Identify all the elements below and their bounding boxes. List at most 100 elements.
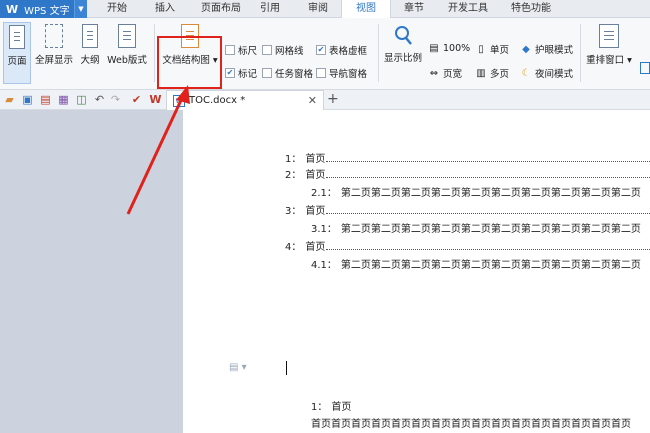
web-view-button[interactable]: Web版式 xyxy=(106,22,148,84)
markup-checkbox[interactable]: ✔ 标记 xyxy=(225,66,257,80)
toc-leader xyxy=(326,242,650,250)
outline-button[interactable]: 大纲 xyxy=(78,22,102,84)
eye-shield-icon: ◆ xyxy=(522,43,530,55)
toc-text: 首页 xyxy=(305,154,326,165)
menu-tab-bar: W WPS 文字 ▼ 开始 插入 页面布局 引用 审阅 视图 章节 开发工具 特… xyxy=(0,0,650,19)
task-pane-label: 任务窗格 xyxy=(275,69,314,80)
pdf-export-icon[interactable]: ▤ xyxy=(39,93,52,106)
toc-num: 4： xyxy=(285,242,302,253)
heading-num: 1： xyxy=(311,402,328,413)
zoom-button[interactable]: 显示比例 xyxy=(382,22,424,84)
toc-entry[interactable]: 4： 首页 xyxy=(285,238,650,253)
toc-entry[interactable]: 1： 首页 xyxy=(285,150,650,165)
multi-page-icon: ▥ xyxy=(476,67,486,79)
redo-icon[interactable]: ↷ xyxy=(109,93,122,106)
gridlines-label: 网格线 xyxy=(275,46,304,57)
zoom-100-button[interactable]: ▤ 100% xyxy=(428,42,470,54)
zoom-label: 显示比例 xyxy=(383,53,422,64)
chevron-down-icon[interactable]: ▼ xyxy=(74,0,87,18)
open-folder-icon[interactable]: ▰ xyxy=(3,93,16,106)
body-heading: 1： 首页 xyxy=(311,398,411,413)
ruler-label: 标尺 xyxy=(238,46,258,57)
toc-entry[interactable]: 3.1： 第二页第二页第二页第二页第二页第二页第二页第二页第二页第二页 xyxy=(311,220,650,235)
new-tab-icon[interactable]: + xyxy=(327,91,339,107)
tab-developer[interactable]: 开发工具 xyxy=(440,0,496,18)
multi-page-label: 多页 xyxy=(490,69,510,80)
toc-num: 2.1： xyxy=(311,188,337,199)
tab-page-layout[interactable]: 页面布局 xyxy=(190,0,252,18)
save-icon[interactable]: ▣ xyxy=(21,93,34,106)
toc-text: 第二页第二页第二页第二页第二页第二页第二页第二页第二页第二页 xyxy=(340,224,641,235)
ruler-checkbox[interactable]: 标尺 xyxy=(225,43,257,57)
ribbon-divider xyxy=(154,24,155,82)
print-preview-icon[interactable]: ◫ xyxy=(75,93,88,106)
close-icon[interactable]: ✕ xyxy=(308,94,317,107)
wps-logo-icon: W xyxy=(6,2,19,16)
eye-mode-button[interactable]: ◆ 护眼模式 xyxy=(520,42,574,57)
toc-leader xyxy=(326,170,650,178)
checkbox-box xyxy=(225,45,235,55)
toc-text: 首页 xyxy=(305,170,326,181)
document-tab[interactable]: W TOC.docx * ✕ xyxy=(166,90,324,110)
single-page-button[interactable]: ▯ 单页 xyxy=(475,42,509,57)
toc-leader xyxy=(326,206,650,214)
nav-pane-checkbox[interactable]: 导航窗格 xyxy=(316,66,367,80)
wps-w-icon[interactable]: W xyxy=(149,93,162,106)
arrange-window-button[interactable]: 重排窗口 ▾ xyxy=(584,22,634,84)
page-view-icon xyxy=(9,25,25,49)
web-view-icon xyxy=(118,24,136,48)
document-tab-name: TOC.docx * xyxy=(189,95,246,106)
print-icon[interactable]: ▦ xyxy=(57,93,70,106)
full-screen-button[interactable]: 全屏显示 xyxy=(33,22,75,84)
heading-text: 首页 xyxy=(331,402,352,413)
tab-features[interactable]: 特色功能 xyxy=(500,0,562,18)
toc-num: 4.1： xyxy=(311,260,337,271)
arrange-window-icon xyxy=(599,24,619,48)
tab-references[interactable]: 引用 xyxy=(252,0,288,18)
tab-review[interactable]: 审阅 xyxy=(300,0,336,18)
zoom-100-label: 100% xyxy=(443,42,471,54)
multi-page-button[interactable]: ▥ 多页 xyxy=(475,66,510,81)
toc-entry[interactable]: 2.1： 第二页第二页第二页第二页第二页第二页第二页第二页第二页第二页 xyxy=(311,184,650,199)
zoom-100-icon: ▤ xyxy=(429,42,439,54)
ribbon-divider xyxy=(378,24,379,82)
table-gridlines-checkbox[interactable]: ✔ 表格虚框 xyxy=(316,43,367,57)
toc-entry[interactable]: 2： 首页 xyxy=(285,166,650,181)
paragraph-options-icon[interactable]: ▤ ▾ xyxy=(229,362,247,373)
table-gridlines-label: 表格虚框 xyxy=(329,46,368,57)
markup-label: 标记 xyxy=(238,69,258,80)
ribbon-divider xyxy=(580,24,581,82)
full-screen-label: 全屏显示 xyxy=(34,55,73,66)
check-icon: ✔ xyxy=(225,68,235,78)
undo-icon[interactable]: ↶ xyxy=(93,93,106,106)
single-page-icon: ▯ xyxy=(478,43,484,55)
toc-text: 第二页第二页第二页第二页第二页第二页第二页第二页第二页第二页 xyxy=(340,188,641,199)
toc-num: 3： xyxy=(285,206,302,217)
checkbox-box xyxy=(262,45,272,55)
toc-entry[interactable]: 3： 首页 xyxy=(285,202,650,217)
page-width-button[interactable]: ⇔ 页宽 xyxy=(428,66,463,81)
toc-text: 首页 xyxy=(305,206,326,217)
tab-home[interactable]: 开始 xyxy=(95,0,139,18)
paragraph-text: 首页首页首页首页首页首页首页首页首页首页首页首页首页首页首页首页 xyxy=(311,419,631,430)
task-pane-checkbox[interactable]: 任务窗格 xyxy=(262,66,313,80)
window-icon[interactable] xyxy=(640,62,650,74)
outline-icon xyxy=(82,24,98,48)
gridlines-checkbox[interactable]: 网格线 xyxy=(262,43,304,57)
full-screen-icon xyxy=(45,24,63,48)
text-cursor xyxy=(286,361,287,375)
toc-leader xyxy=(326,154,650,162)
page-view-button[interactable]: 页面 xyxy=(3,22,31,84)
eye-mode-label: 护眼模式 xyxy=(535,45,574,56)
wps-app-menu-button[interactable]: W WPS 文字 ▼ xyxy=(0,0,87,18)
tab-sections[interactable]: 章节 xyxy=(396,0,432,18)
night-mode-button[interactable]: ☾ 夜间模式 xyxy=(520,66,574,81)
page-width-label: 页宽 xyxy=(443,69,463,80)
web-view-label: Web版式 xyxy=(107,55,147,66)
checkbox-box xyxy=(262,68,272,78)
page-view-label: 页面 xyxy=(7,56,27,67)
tab-insert[interactable]: 插入 xyxy=(143,0,187,18)
tab-view[interactable]: 视图 xyxy=(341,0,391,19)
customize-icon[interactable]: ✔ xyxy=(130,93,143,106)
toc-entry[interactable]: 4.1： 第二页第二页第二页第二页第二页第二页第二页第二页第二页第二页 xyxy=(311,256,650,271)
